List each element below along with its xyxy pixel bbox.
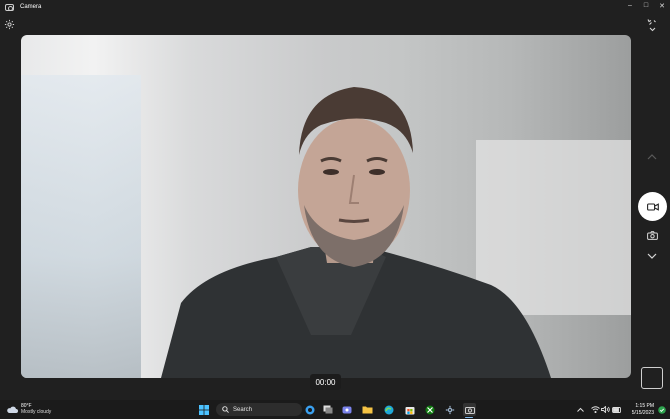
recording-timer: 00:00: [310, 374, 341, 390]
title-bar: Camera – □ ✕: [0, 0, 670, 14]
close-button[interactable]: ✕: [654, 0, 670, 11]
search-label: Search: [233, 406, 253, 413]
edge-browser-icon: [384, 405, 393, 414]
camera-app-icon: [5, 3, 14, 11]
copilot-icon: [305, 405, 314, 414]
xbox-icon: [425, 405, 434, 414]
scene-toggle-icon: [647, 19, 656, 32]
copilot-button[interactable]: [303, 403, 316, 416]
video-camera-icon: [646, 202, 659, 211]
battery-icon: [611, 406, 621, 413]
active-app-indicator: [465, 416, 473, 418]
chevron-up-icon: [577, 407, 584, 412]
folder-icon: [362, 406, 373, 414]
camera-preview: [21, 35, 631, 378]
mode-down-button[interactable]: [645, 250, 659, 262]
record-video-button[interactable]: [638, 192, 667, 221]
settings-gear-icon: [445, 405, 454, 414]
notification-badge-icon: [657, 405, 666, 414]
teams-icon: [342, 406, 351, 413]
task-view-icon: [323, 405, 332, 414]
person-in-preview: [161, 87, 551, 378]
settings-app-button[interactable]: [443, 403, 456, 416]
cloud-icon: [7, 406, 18, 413]
taskbar-search[interactable]: Search: [216, 403, 302, 416]
minimize-button[interactable]: –: [622, 0, 638, 11]
window-controls: – □ ✕: [622, 0, 670, 14]
camera-taskbar-button[interactable]: [463, 403, 476, 416]
tray-overflow-button[interactable]: [574, 403, 587, 416]
clock-time: 1:15 PM: [635, 403, 654, 409]
taskbar: 80°F Mostly cloudy Search 1:15 PM 5/15/2…: [0, 400, 670, 419]
teams-button[interactable]: [340, 403, 353, 416]
weather-widget[interactable]: 80°F Mostly cloudy: [6, 403, 51, 415]
photo-mode-button[interactable]: [645, 229, 659, 242]
weather-condition: Mostly cloudy: [21, 409, 52, 415]
camera-app-taskbar-icon: [464, 406, 475, 414]
edge-button[interactable]: [382, 403, 395, 416]
clock-date: 5/15/2023: [631, 410, 654, 416]
speaker-icon: [601, 406, 610, 413]
settings-button[interactable]: [4, 17, 15, 30]
gear-icon: [4, 19, 15, 30]
xbox-button[interactable]: [423, 403, 436, 416]
chevron-down-icon: [647, 253, 657, 259]
start-button[interactable]: [197, 403, 210, 416]
store-icon: [405, 406, 414, 414]
mode-up-button[interactable]: [645, 151, 659, 163]
scene-toggle-button[interactable]: [646, 18, 659, 32]
window-title: Camera: [20, 4, 42, 10]
chevron-up-icon: [647, 154, 657, 160]
file-explorer-button[interactable]: [361, 403, 374, 416]
gallery-thumbnail-button[interactable]: [641, 367, 663, 389]
camera-icon: [646, 231, 658, 240]
store-button[interactable]: [403, 403, 416, 416]
task-view-button[interactable]: [321, 403, 334, 416]
maximize-button[interactable]: □: [638, 0, 654, 11]
windows-logo-icon: [198, 404, 209, 415]
taskbar-clock[interactable]: 1:15 PM 5/15/2023: [627, 403, 654, 417]
battery-button[interactable]: [610, 403, 623, 416]
notification-button[interactable]: [655, 403, 668, 416]
search-icon: [222, 406, 229, 413]
